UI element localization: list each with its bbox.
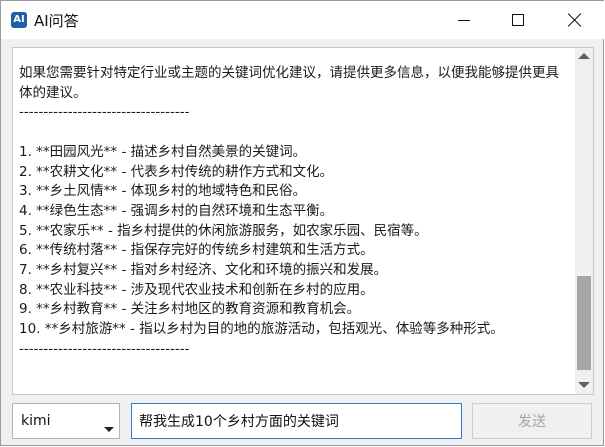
close-icon [567,13,581,27]
window-title: AI问答 [34,12,79,30]
app-window: AI AI问答 如果您需要针对特定行业或主题的关键词优化建议，请提供更多信息，以… [0,0,604,446]
model-select[interactable]: kimi [12,403,120,439]
chevron-down-icon[interactable] [104,427,114,432]
send-button[interactable]: 发送 [472,403,592,439]
maximize-icon [512,14,524,26]
maximize-button[interactable] [495,1,541,39]
close-button[interactable] [551,1,597,39]
app-logo-icon: AI [11,12,27,28]
title-bar[interactable]: AI AI问答 [1,1,604,39]
model-select-value: kimi [21,413,51,429]
vertical-scrollbar[interactable] [575,48,593,394]
scrollbar-thumb[interactable] [577,276,591,370]
scroll-down-arrow-icon[interactable] [578,382,590,388]
minimize-icon [458,19,470,21]
chat-output-area[interactable]: 如果您需要针对特定行业或主题的关键词优化建议，请提供更多信息，以便我能够提供更具… [12,47,594,395]
chat-response-text: 如果您需要针对特定行业或主题的关键词优化建议，请提供更多信息，以便我能够提供更具… [19,65,559,357]
minimize-button[interactable] [441,1,487,39]
scroll-up-arrow-icon[interactable] [578,53,590,59]
prompt-input[interactable] [131,403,462,439]
